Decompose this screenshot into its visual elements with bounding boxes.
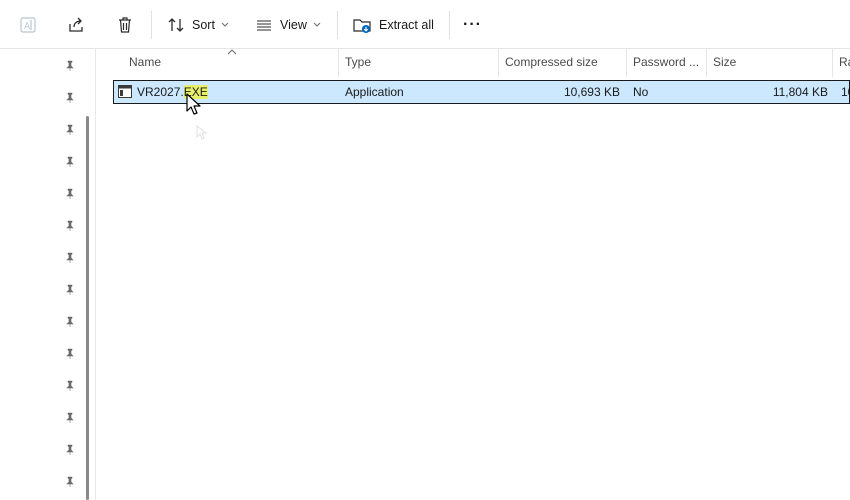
- chevron-down-icon: [313, 22, 321, 28]
- navigation-scrollbar[interactable]: [86, 116, 89, 500]
- pin-icon[interactable]: [63, 91, 77, 105]
- sort-label: Sort: [192, 18, 215, 32]
- pin-icon[interactable]: [63, 59, 77, 73]
- share-icon: [66, 15, 86, 35]
- pin-icon[interactable]: [63, 475, 77, 489]
- column-compressed-size[interactable]: Compressed size: [499, 49, 627, 77]
- rename-icon: A: [18, 15, 38, 35]
- file-ratio: 10: [841, 85, 850, 99]
- cursor-trail-icon: [196, 125, 208, 140]
- delete-button[interactable]: [115, 8, 135, 42]
- command-bar: A Sort View Extract all ···: [0, 0, 850, 49]
- mouse-cursor-icon: [186, 93, 201, 115]
- table-row[interactable]: VR2027.EXE Application 10,693 KB No 11,8…: [113, 80, 850, 104]
- toolbar-separator: [151, 11, 152, 39]
- column-name[interactable]: Name: [123, 49, 338, 77]
- extract-all-label: Extract all: [379, 18, 434, 32]
- navigation-pane: [0, 49, 95, 500]
- pin-icon[interactable]: [63, 443, 77, 457]
- file-type: Application: [345, 85, 404, 99]
- file-name-base: VR2027.: [137, 85, 184, 99]
- view-label: View: [280, 18, 307, 32]
- rename-button[interactable]: A: [18, 8, 38, 42]
- share-button[interactable]: [66, 8, 86, 42]
- trash-icon: [115, 15, 135, 35]
- column-size[interactable]: Size: [707, 49, 832, 77]
- more-options-button[interactable]: ···: [463, 8, 482, 42]
- svg-text:A: A: [24, 22, 31, 32]
- column-password[interactable]: Password ...: [627, 49, 706, 77]
- pin-icon[interactable]: [63, 155, 77, 169]
- column-header: Name Type Compressed size Password ... S…: [96, 49, 850, 77]
- pin-icon[interactable]: [63, 219, 77, 233]
- pin-icon[interactable]: [63, 251, 77, 265]
- view-button[interactable]: View: [254, 8, 321, 42]
- file-compressed-size: 10,693 KB: [563, 85, 620, 99]
- file-name[interactable]: VR2027.EXE: [137, 81, 287, 103]
- toolbar-separator: [449, 11, 450, 39]
- pin-icon[interactable]: [63, 283, 77, 297]
- column-type[interactable]: Type: [339, 49, 499, 77]
- pin-icon[interactable]: [63, 347, 77, 361]
- pin-icon[interactable]: [63, 187, 77, 201]
- pin-icon[interactable]: [63, 379, 77, 393]
- column-ratio[interactable]: Ra: [833, 49, 850, 77]
- file-size: 11,804 KB: [772, 85, 828, 99]
- application-file-icon: [118, 85, 132, 98]
- toolbar-separator: [337, 11, 338, 39]
- pin-icon[interactable]: [63, 411, 77, 425]
- file-password: No: [633, 85, 649, 99]
- pane-divider[interactable]: [95, 49, 96, 500]
- sort-icon: [166, 15, 186, 35]
- extract-folder-icon: [352, 15, 372, 35]
- view-list-icon: [254, 15, 274, 35]
- more-icon: ···: [463, 16, 482, 33]
- pin-icon[interactable]: [63, 315, 77, 329]
- chevron-down-icon: [221, 22, 229, 28]
- extract-all-button[interactable]: Extract all: [352, 8, 434, 42]
- sort-button[interactable]: Sort: [166, 8, 229, 42]
- pin-icon[interactable]: [63, 123, 77, 137]
